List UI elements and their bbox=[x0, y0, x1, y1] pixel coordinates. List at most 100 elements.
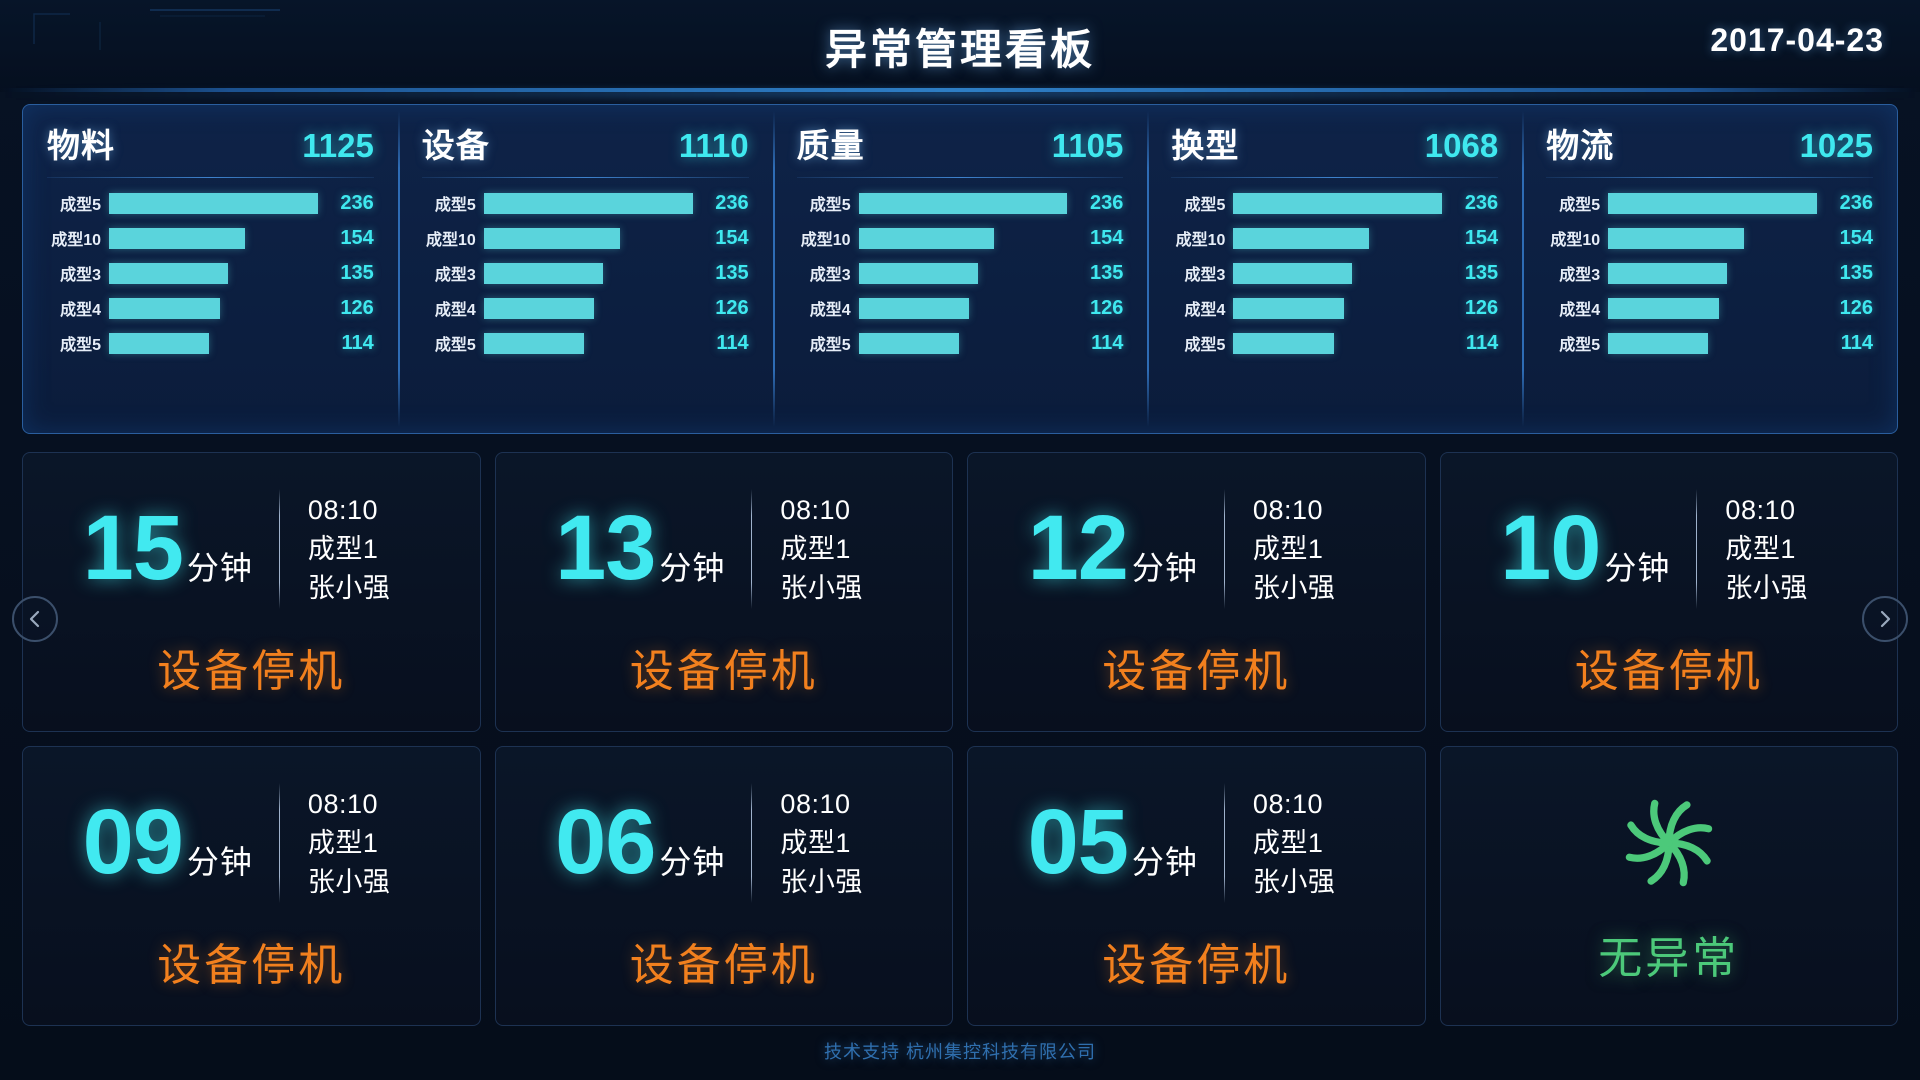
kpi-card[interactable]: 质量 1105 成型5 236 成型10 154 成型3 135 成型4 126… bbox=[772, 105, 1148, 433]
kpi-bar-track bbox=[1608, 262, 1817, 284]
kpi-bar-value: 154 bbox=[1090, 226, 1124, 249]
alert-meta: 08:10 成型1 张小强 bbox=[280, 496, 420, 603]
kpi-bar-value: 126 bbox=[1464, 296, 1499, 319]
alert-meta: 08:10 成型1 张小强 bbox=[752, 496, 892, 602]
alert-card[interactable]: 05 分钟 08:10 成型1 张小强 设备停机 bbox=[967, 746, 1426, 1026]
kpi-bar-track bbox=[1233, 297, 1442, 319]
kpi-bar-fill bbox=[858, 192, 1068, 214]
kpi-card[interactable]: 设备 1110 成型5 236 成型10 154 成型3 135 成型4 126… bbox=[397, 105, 773, 433]
alert-time: 08:10 bbox=[1725, 494, 1796, 525]
kpi-bar-track bbox=[483, 297, 693, 319]
alert-person: 张小强 bbox=[780, 866, 863, 897]
kpi-bar-value: 135 bbox=[1464, 261, 1499, 284]
alert-card[interactable]: 13 分钟 08:10 成型1 张小强 设备停机 bbox=[494, 452, 953, 732]
alert-time: 08:10 bbox=[780, 788, 851, 819]
alert-minutes-unit: 分钟 bbox=[1604, 550, 1671, 587]
kpi-bar-fill bbox=[1233, 297, 1345, 319]
kpi-bar-list: 成型5 236 成型10 154 成型3 135 成型4 126 成型5 114 bbox=[1546, 191, 1873, 355]
kpi-card-header: 物流 1025 bbox=[1546, 119, 1873, 177]
kpi-bar-fill bbox=[483, 227, 620, 249]
dashboard-root: 异常管理看板 2017-04-23 物料 1125 成型5 236 成型10 1… bbox=[0, 0, 1920, 1080]
kpi-bar-track bbox=[1233, 192, 1443, 214]
kpi-bar-row: 成型5 114 bbox=[1171, 331, 1498, 355]
kpi-bar-label: 成型3 bbox=[1184, 267, 1226, 284]
alert-person: 张小强 bbox=[307, 572, 391, 603]
alert-type-label: 设备停机 bbox=[629, 941, 818, 990]
kpi-card-divider bbox=[796, 177, 1124, 178]
pinwheel-icon bbox=[1613, 787, 1725, 904]
header-divider-glow bbox=[0, 88, 1920, 98]
alert-minutes-unit: 分钟 bbox=[1131, 844, 1198, 881]
kpi-bar-label: 成型3 bbox=[809, 267, 851, 284]
kpi-bar-fill bbox=[109, 262, 228, 284]
kpi-bar-row: 成型3 135 bbox=[1546, 261, 1873, 285]
kpi-bar-row: 成型3 135 bbox=[422, 261, 749, 285]
kpi-bar-value: 236 bbox=[1090, 191, 1124, 214]
alert-minutes-value: 06 bbox=[555, 791, 656, 894]
carousel-next-button[interactable] bbox=[1862, 596, 1908, 642]
alert-card[interactable]: 15 分钟 08:10 成型1 张小强 设备停机 bbox=[22, 452, 481, 732]
alert-line: 成型1 bbox=[780, 533, 851, 564]
alert-card-top: 05 分钟 08:10 成型1 张小强 bbox=[968, 783, 1425, 903]
kpi-bar-label: 成型10 bbox=[425, 232, 476, 249]
alert-card-top: 06 分钟 08:10 成型1 张小强 bbox=[496, 783, 953, 903]
kpi-bar-fill bbox=[1233, 332, 1334, 354]
kpi-card-header: 换型 1068 bbox=[1171, 119, 1498, 177]
alert-minutes-unit: 分钟 bbox=[1131, 550, 1198, 587]
carousel-prev-button[interactable] bbox=[12, 596, 58, 642]
footer-credit: 技术支持 杭州集控科技有限公司 bbox=[824, 1042, 1096, 1062]
kpi-bar-fill bbox=[1233, 262, 1353, 284]
kpi-bar-value: 114 bbox=[1091, 331, 1124, 354]
kpi-bar-track bbox=[483, 262, 693, 284]
alert-meta: 08:10 成型1 张小强 bbox=[1225, 494, 1365, 602]
kpi-card-total: 1068 bbox=[1424, 127, 1499, 164]
alert-line: 成型1 bbox=[1252, 827, 1324, 858]
alert-card-top: 09 分钟 08:10 成型1 张小强 bbox=[23, 783, 480, 903]
kpi-card-title: 质量 bbox=[796, 127, 865, 164]
kpi-bar-label: 成型10 bbox=[800, 232, 851, 249]
kpi-card-divider bbox=[421, 177, 749, 178]
kpi-bar-row: 成型3 135 bbox=[797, 261, 1124, 285]
kpi-card-total: 1110 bbox=[678, 127, 749, 164]
alert-type-label: 设备停机 bbox=[629, 647, 818, 696]
kpi-bar-row: 成型5 236 bbox=[1546, 191, 1873, 215]
kpi-bar-value: 114 bbox=[341, 331, 374, 354]
kpi-panel: 物料 1125 成型5 236 成型10 154 成型3 135 成型4 126… bbox=[22, 104, 1898, 434]
kpi-card-total: 1105 bbox=[1051, 127, 1124, 164]
kpi-card-header: 设备 1110 bbox=[422, 119, 749, 177]
kpi-bar-label: 成型5 bbox=[1559, 337, 1601, 354]
alert-meta: 08:10 成型1 张小强 bbox=[280, 790, 420, 897]
alert-card[interactable]: 06 分钟 08:10 成型1 张小强 设备停机 bbox=[494, 746, 953, 1026]
kpi-bar-fill bbox=[109, 192, 318, 214]
no-abnormality-card[interactable]: 无异常 bbox=[1439, 746, 1898, 1026]
alert-card[interactable]: 09 分钟 08:10 成型1 张小强 设备停机 bbox=[22, 746, 481, 1026]
kpi-bar-label: 成型5 bbox=[60, 197, 101, 214]
kpi-bar-fill bbox=[483, 297, 595, 319]
kpi-bar-track bbox=[483, 332, 693, 354]
kpi-card[interactable]: 换型 1068 成型5 236 成型10 154 成型3 135 成型4 126… bbox=[1147, 105, 1522, 433]
kpi-bar-track bbox=[1608, 227, 1817, 249]
alert-type-label: 设备停机 bbox=[157, 647, 346, 696]
kpi-bar-label: 成型4 bbox=[1559, 302, 1601, 319]
kpi-card[interactable]: 物流 1025 成型5 236 成型10 154 成型3 135 成型4 126… bbox=[1522, 105, 1897, 433]
kpi-bar-value: 126 bbox=[715, 296, 749, 319]
kpi-bar-track bbox=[1233, 227, 1442, 249]
kpi-bar-track bbox=[109, 227, 318, 249]
alert-card[interactable]: 12 分钟 08:10 成型1 张小强 设备停机 bbox=[967, 452, 1426, 732]
kpi-bar-list: 成型5 236 成型10 154 成型3 135 成型4 126 成型5 114 bbox=[797, 191, 1124, 355]
kpi-bar-value: 236 bbox=[1839, 191, 1873, 214]
kpi-bar-label: 成型5 bbox=[434, 337, 476, 354]
alert-person: 张小强 bbox=[307, 866, 391, 897]
alert-card-top: 13 分钟 08:10 成型1 张小强 bbox=[496, 489, 953, 609]
kpi-card-total: 1025 bbox=[1799, 127, 1873, 164]
kpi-bar-fill bbox=[483, 332, 585, 354]
alert-line: 成型1 bbox=[307, 827, 379, 858]
kpi-card[interactable]: 物料 1125 成型5 236 成型10 154 成型3 135 成型4 126… bbox=[23, 105, 398, 433]
kpi-bar-row: 成型4 126 bbox=[797, 296, 1124, 320]
alert-line: 成型1 bbox=[780, 827, 851, 858]
alert-card[interactable]: 10 分钟 08:10 成型1 张小强 设备停机 bbox=[1439, 452, 1898, 732]
kpi-bar-row: 成型3 135 bbox=[1171, 261, 1498, 285]
kpi-bar-track bbox=[109, 297, 318, 319]
alert-time: 08:10 bbox=[1252, 494, 1323, 525]
kpi-bar-label: 成型4 bbox=[60, 302, 101, 319]
